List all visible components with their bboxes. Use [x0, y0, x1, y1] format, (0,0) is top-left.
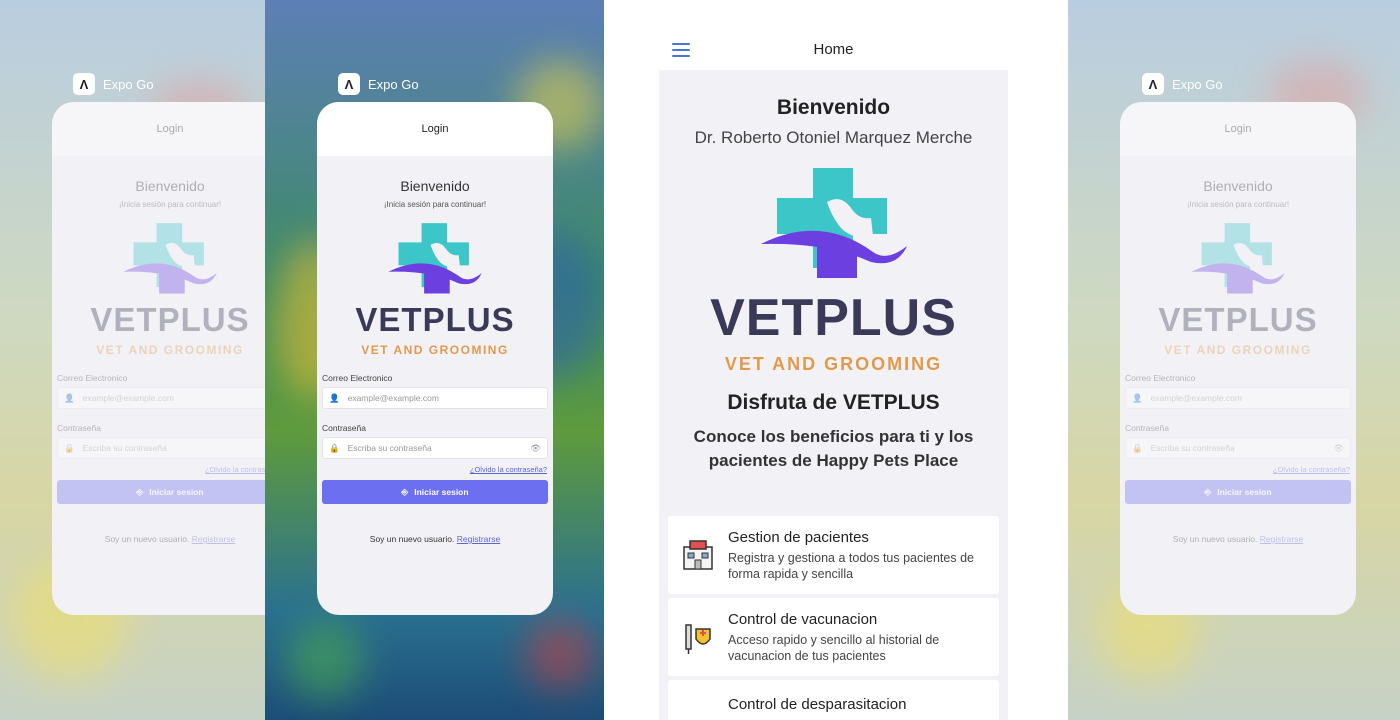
feature-title: Control de vacunacion	[728, 610, 878, 628]
login-tagline: VET AND GROOMING	[96, 343, 244, 357]
home-header: Home	[659, 30, 1008, 70]
login-tagline: VET AND GROOMING	[1164, 343, 1312, 357]
vetplus-logo-icon	[123, 223, 217, 294]
feature-card-patients[interactable]: Gestion de pacientes Registra y gestiona…	[668, 516, 999, 594]
email-label: Correo Electronico	[1125, 373, 1196, 383]
app-switcher-clip-left: Login Bienvenido ¡Inicia sesión para con…	[0, 0, 265, 720]
login-icon: ⎆	[1204, 486, 1212, 497]
feature-title: Gestion de pacientes	[728, 528, 869, 546]
register-link[interactable]: Registrarse	[1260, 534, 1303, 544]
login-tagline: VET AND GROOMING	[361, 343, 509, 357]
expo-logo-icon: Λ	[1142, 73, 1164, 95]
user-icon: 👤	[329, 392, 340, 403]
eye-icon[interactable]: 👁	[530, 443, 541, 454]
login-button-label: Iniciar sesion	[149, 487, 204, 497]
register-prompt: Soy un nuevo usuario. Registrarse	[52, 534, 265, 544]
password-placeholder: Escriba su contraseña	[1150, 443, 1235, 453]
login-icon: ⎆	[136, 486, 144, 497]
login-card-left[interactable]: Login Bienvenido ¡Inicia sesión para con…	[52, 102, 265, 615]
login-header: Login	[1120, 102, 1356, 156]
expo-logo-icon: Λ	[338, 73, 360, 95]
forgot-password-link[interactable]: ¿Olvido la contraseña?	[52, 465, 265, 474]
register-prompt: Soy un nuevo usuario. Registrarse	[1120, 534, 1356, 544]
login-brand: VETPLUS	[90, 301, 250, 338]
login-button[interactable]: ⎆ Iniciar sesion	[322, 480, 548, 504]
feature-card-deworming[interactable]: Control de desparasitacion	[668, 680, 999, 720]
expo-app-name: Expo Go	[1172, 76, 1223, 92]
login-brand: VETPLUS	[1158, 301, 1318, 338]
register-prompt-text: Soy un nuevo usuario.	[1172, 534, 1258, 544]
register-prompt-text: Soy un nuevo usuario.	[369, 534, 455, 544]
eye-icon[interactable]: 👁	[1333, 443, 1344, 454]
home-title: Home	[813, 41, 854, 58]
forgot-password-link[interactable]: ¿Olvido la contraseña?	[317, 465, 547, 474]
email-field[interactable]: 👤 example@example.com	[1125, 387, 1351, 409]
email-placeholder: example@example.com	[82, 393, 174, 403]
home-content[interactable]: Bienvenido Dr. Roberto Otoniel Marquez M…	[659, 70, 1008, 720]
login-brand: VETPLUS	[355, 301, 515, 338]
home-tagline: VET AND GROOMING	[724, 354, 943, 374]
password-placeholder: Escriba su contraseña	[82, 443, 167, 453]
email-label: Correo Electronico	[57, 373, 128, 383]
home-screen-area: Home Bienvenido Dr. Roberto Otoniel Marq…	[604, 0, 1068, 720]
password-label: Contraseña	[1125, 423, 1169, 433]
login-subtitle: ¡Inicia sesión para continuar!	[1186, 200, 1290, 209]
feature-description: Registra y gestiona a todos tus paciente…	[728, 550, 974, 581]
login-button[interactable]: ⎆ Iniciar sesion	[1125, 480, 1351, 504]
login-header: Login	[52, 102, 265, 156]
login-welcome: Bienvenido	[1203, 178, 1273, 194]
feature-title: Control de desparasitacion	[728, 696, 907, 713]
password-placeholder: Escriba su contraseña	[347, 443, 432, 453]
register-link[interactable]: Registrarse	[457, 534, 500, 544]
benefits-text: Conoce los beneficios para ti y los paci…	[693, 427, 974, 470]
expo-app-name: Expo Go	[368, 76, 419, 92]
login-subtitle: ¡Inicia sesión para continuar!	[383, 200, 487, 209]
hospital-icon	[683, 540, 713, 570]
feature-card-vaccination[interactable]: Control de vacunacion Acceso rapido y se…	[668, 598, 999, 676]
password-field[interactable]: 🔒 Escriba su contraseña	[57, 437, 265, 459]
vaccine-icon	[685, 624, 711, 654]
register-prompt-text: Soy un nuevo usuario.	[104, 534, 190, 544]
login-subtitle: ¡Inicia sesión para continuar!	[118, 200, 222, 209]
expo-go-label-right: Λ Expo Go	[1142, 73, 1223, 95]
login-icon: ⎆	[401, 486, 409, 497]
password-field[interactable]: 🔒 Escriba su contraseña 👁	[1125, 437, 1351, 459]
home-brand: VETPLUS	[710, 289, 957, 347]
lock-icon: 🔒	[64, 442, 75, 453]
login-button-label: Iniciar sesion	[414, 487, 469, 497]
password-label: Contraseña	[57, 423, 101, 433]
register-link[interactable]: Registrarse	[192, 534, 235, 544]
expo-go-label-center: Λ Expo Go	[338, 73, 419, 95]
enjoy-heading: Disfruta de VETPLUS	[727, 391, 940, 414]
vetplus-logo-icon	[388, 223, 482, 294]
password-label: Contraseña	[322, 423, 366, 433]
login-button[interactable]: ⎆ Iniciar sesion	[57, 480, 265, 504]
login-welcome: Bienvenido	[135, 178, 205, 194]
vetplus-logo-icon	[1191, 223, 1285, 294]
login-button-label: Iniciar sesion	[1217, 487, 1272, 497]
doctor-name: Dr. Roberto Otoniel Marquez Merche	[694, 128, 973, 147]
register-prompt: Soy un nuevo usuario. Registrarse	[317, 534, 553, 544]
login-card-right[interactable]: Login Bienvenido ¡Inicia sesión para con…	[1120, 102, 1356, 615]
login-welcome: Bienvenido	[400, 178, 470, 194]
email-placeholder: example@example.com	[347, 393, 439, 403]
user-icon: 👤	[64, 392, 75, 403]
lock-icon: 🔒	[329, 442, 340, 453]
user-icon: 👤	[1132, 392, 1143, 403]
login-header: Login	[317, 102, 553, 156]
email-field[interactable]: 👤 example@example.com	[57, 387, 265, 409]
forgot-password-link[interactable]: ¿Olvido la contraseña?	[1120, 465, 1350, 474]
feature-description: Acceso rapido y sencillo al historial de…	[728, 632, 940, 663]
deworm-icon	[680, 696, 716, 720]
password-field[interactable]: 🔒 Escriba su contraseña 👁	[322, 437, 548, 459]
email-placeholder: example@example.com	[1150, 393, 1242, 403]
lock-icon: 🔒	[1132, 442, 1143, 453]
login-card-center[interactable]: Login Bienvenido ¡Inicia sesión para con…	[317, 102, 553, 615]
home-welcome: Bienvenido	[776, 96, 891, 119]
email-label: Correo Electronico	[322, 373, 393, 383]
email-field[interactable]: 👤 example@example.com	[322, 387, 548, 409]
vetplus-logo-icon	[760, 168, 907, 278]
